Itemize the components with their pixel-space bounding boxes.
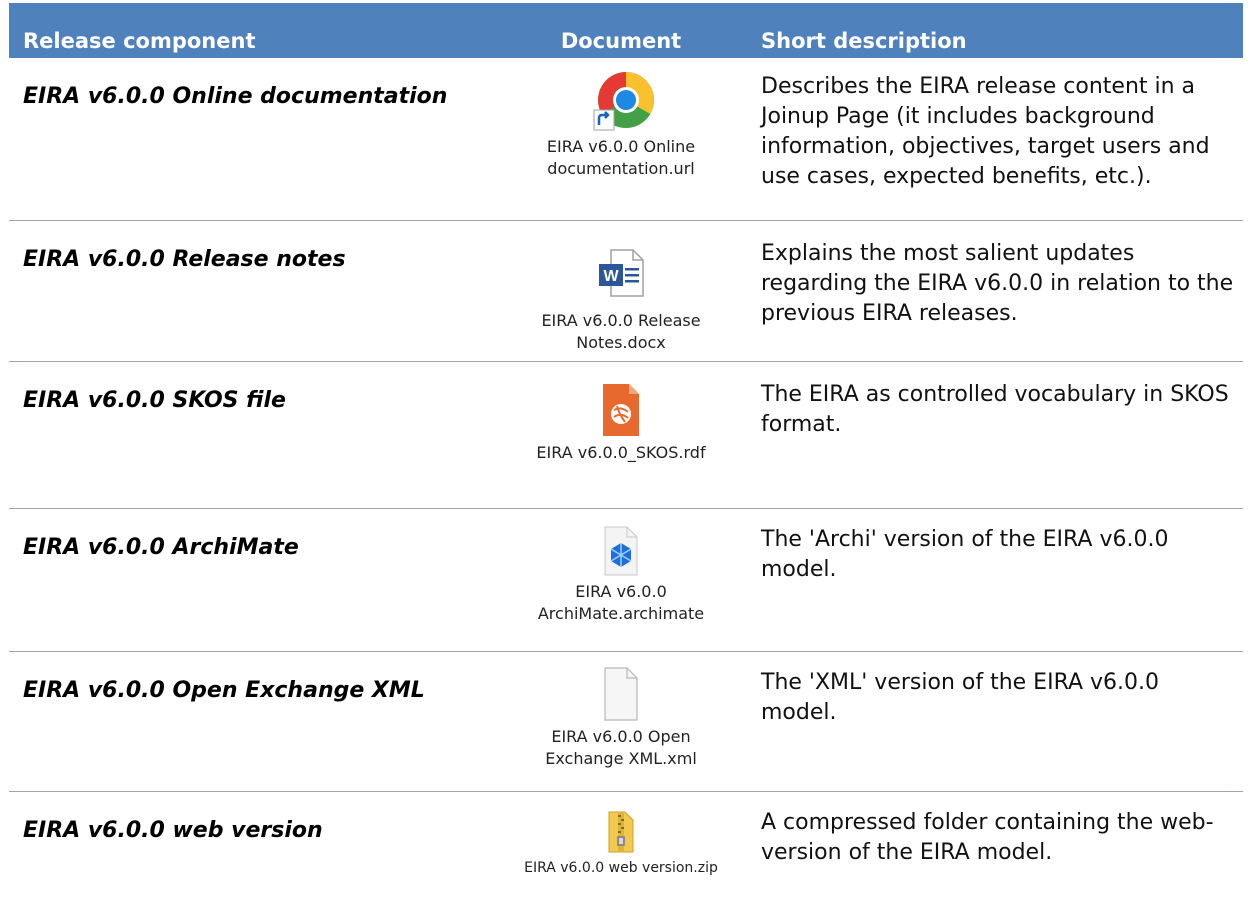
chrome-shortcut-icon[interactable] [586, 70, 656, 132]
table-row: EIRA v6.0.0 Open Exchange XML EIRA v6.0.… [9, 650, 1243, 791]
table-row: EIRA v6.0.0 web version EIRA v6.0.0 web … [9, 790, 1243, 919]
document-cell: EIRA v6.0.0 Online documentation.url [499, 56, 743, 220]
table-row: EIRA v6.0.0 SKOS file EIRA v6.0.0_SKOS.r… [9, 360, 1243, 508]
table-row: EIRA v6.0.0 Release notes W EIRA v6.0.0 … [9, 219, 1243, 361]
table-row: EIRA v6.0.0 ArchiMate EIRA v6.0.0 ArchiM… [9, 507, 1243, 651]
release-component-name: EIRA v6.0.0 SKOS file [9, 360, 499, 508]
release-component-name: EIRA v6.0.0 web version [9, 790, 499, 919]
document-file-name[interactable]: EIRA v6.0.0 web version.zip [505, 858, 737, 878]
header-document: Document [499, 3, 743, 57]
document-cell: W EIRA v6.0.0 Release Notes.docx [499, 219, 743, 361]
header-release-component: Release component [9, 3, 499, 57]
document-cell: EIRA v6.0.0 ArchiMate.archimate [499, 507, 743, 651]
document-file-name[interactable]: EIRA v6.0.0_SKOS.rdf [521, 442, 721, 464]
blank-file-icon[interactable] [601, 666, 641, 722]
header-row: Release component Document Short descrip… [9, 3, 1243, 57]
release-component-name: EIRA v6.0.0 Open Exchange XML [9, 650, 499, 791]
rdf-file-icon[interactable] [601, 382, 641, 438]
document-file-name[interactable]: EIRA v6.0.0 Release Notes.docx [521, 310, 721, 354]
short-description: Describes the EIRA release content in a … [743, 56, 1243, 220]
table-row: EIRA v6.0.0 Online documentation EIRA v6… [9, 56, 1243, 220]
document-file-name[interactable]: EIRA v6.0.0 ArchiMate.archimate [521, 581, 721, 625]
archimate-file-icon[interactable] [601, 525, 641, 577]
svg-text:W: W [603, 268, 619, 285]
release-components-table: Release component Document Short descrip… [9, 3, 1243, 919]
word-document-icon[interactable]: W [597, 248, 645, 298]
document-cell: EIRA v6.0.0_SKOS.rdf [499, 360, 743, 508]
zip-folder-icon[interactable] [605, 810, 637, 854]
release-table-page: Release component Document Short descrip… [0, 0, 1251, 919]
short-description: The 'Archi' version of the EIRA v6.0.0 m… [743, 507, 1243, 651]
release-component-name: EIRA v6.0.0 Online documentation [9, 56, 499, 220]
document-cell: EIRA v6.0.0 Open Exchange XML.xml [499, 650, 743, 791]
short-description: Explains the most salient updates regard… [743, 219, 1243, 361]
document-cell: EIRA v6.0.0 web version.zip [499, 790, 743, 919]
header-short-description: Short description [743, 3, 1243, 57]
document-file-name[interactable]: EIRA v6.0.0 Online documentation.url [521, 136, 721, 180]
short-description: The EIRA as controlled vocabulary in SKO… [743, 360, 1243, 508]
release-component-name: EIRA v6.0.0 Release notes [9, 219, 499, 361]
short-description: The 'XML' version of the EIRA v6.0.0 mod… [743, 650, 1243, 791]
short-description: A compressed folder containing the web-v… [743, 790, 1243, 919]
release-component-name: EIRA v6.0.0 ArchiMate [9, 507, 499, 651]
document-file-name[interactable]: EIRA v6.0.0 Open Exchange XML.xml [521, 726, 721, 770]
table-header: Release component Document Short descrip… [9, 3, 1243, 57]
